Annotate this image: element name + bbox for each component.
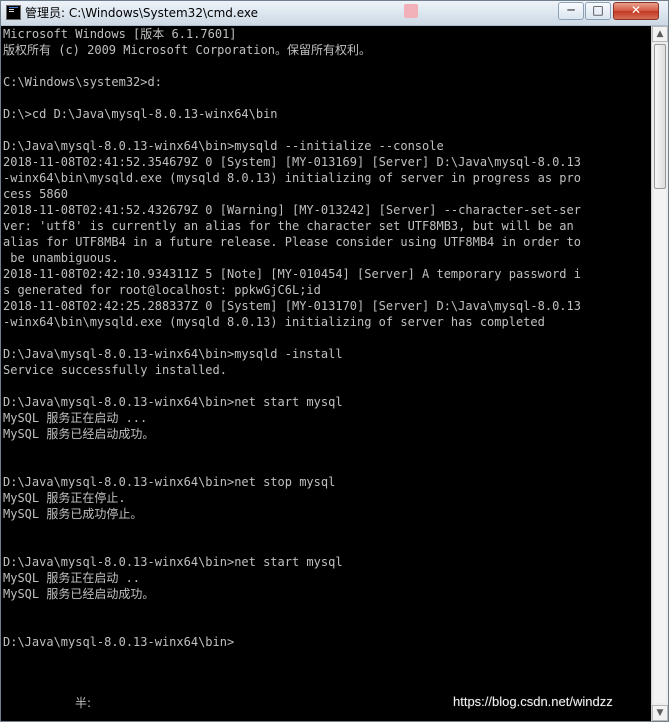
console-line: D:\Java\mysql-8.0.13-winx64\bin> bbox=[3, 635, 235, 649]
scroll-track[interactable] bbox=[654, 44, 666, 703]
title-bar[interactable]: 管理员: C:\Windows\System32\cmd.exe ─ □ ✕ bbox=[1, 1, 668, 26]
console-line: -winx64\bin\mysqld.exe (mysqld 8.0.13) i… bbox=[3, 315, 545, 329]
scroll-thumb[interactable] bbox=[654, 44, 666, 189]
console-line: MySQL 服务已成功停止。 bbox=[3, 507, 143, 521]
console-line: 版权所有 (c) 2009 Microsoft Corporation。保留所有… bbox=[3, 43, 371, 57]
console-line: MySQL 服务已经启动成功。 bbox=[3, 427, 155, 441]
scroll-down-arrow-icon[interactable]: ▼ bbox=[652, 705, 668, 721]
console-line: D:\Java\mysql-8.0.13-winx64\bin>net star… bbox=[3, 555, 343, 569]
console-line: D:\>cd D:\Java\mysql-8.0.13-winx64\bin bbox=[3, 107, 278, 121]
console-line: s generated for root@localhost: ppkwGjC6… bbox=[3, 283, 321, 297]
console-line: C:\Windows\system32>d: bbox=[3, 75, 162, 89]
console-line: ver: 'utf8' is currently an alias for th… bbox=[3, 219, 574, 233]
console-line: alias for UTF8MB4 in a future release. P… bbox=[3, 235, 581, 249]
vertical-scrollbar[interactable]: ▲ ▼ bbox=[651, 26, 668, 721]
console-line: MySQL 服务正在启动 .. bbox=[3, 571, 141, 585]
console-line: MySQL 服务正在启动 ... bbox=[3, 411, 148, 425]
cmd-icon[interactable] bbox=[6, 5, 21, 20]
minimize-button[interactable]: ─ bbox=[558, 2, 584, 20]
console-line: Microsoft Windows [版本 6.1.7601] bbox=[3, 27, 237, 41]
cmd-window: 管理员: C:\Windows\System32\cmd.exe ─ □ ✕ M… bbox=[0, 0, 669, 722]
console-line: D:\Java\mysql-8.0.13-winx64\bin>mysqld -… bbox=[3, 347, 343, 361]
console-line: MySQL 服务正在停止. bbox=[3, 491, 126, 505]
console-line: be unambiguous. bbox=[3, 251, 119, 265]
console-line: 2018-11-08T02:41:52.432679Z 0 [Warning] … bbox=[3, 203, 581, 217]
console-output[interactable]: Microsoft Windows [版本 6.1.7601] 版权所有 (c) … bbox=[1, 26, 651, 721]
console-line: Service successfully installed. bbox=[3, 363, 227, 377]
console-line: D:\Java\mysql-8.0.13-winx64\bin>net star… bbox=[3, 395, 343, 409]
maximize-button[interactable]: □ bbox=[585, 2, 611, 20]
blurred-title-area bbox=[404, 4, 418, 18]
scroll-up-arrow-icon[interactable]: ▲ bbox=[652, 26, 668, 42]
console-line: D:\Java\mysql-8.0.13-winx64\bin>mysqld -… bbox=[3, 139, 444, 153]
console-lines: Microsoft Windows [版本 6.1.7601] 版权所有 (c) … bbox=[3, 26, 648, 650]
window-title: 管理员: C:\Windows\System32\cmd.exe bbox=[25, 6, 258, 20]
console-line: -winx64\bin\mysqld.exe (mysqld 8.0.13) i… bbox=[3, 171, 581, 185]
console-line: cess 5860 bbox=[3, 187, 69, 201]
close-button[interactable]: ✕ bbox=[613, 2, 659, 20]
console-line: 2018-11-08T02:42:10.934311Z 5 [Note] [MY… bbox=[3, 267, 581, 281]
console-line: MySQL 服务已经启动成功。 bbox=[3, 587, 155, 601]
console-line: D:\Java\mysql-8.0.13-winx64\bin>net stop… bbox=[3, 475, 336, 489]
console-line: 2018-11-08T02:42:25.288337Z 0 [System] [… bbox=[3, 299, 581, 313]
console-line: 2018-11-08T02:41:52.354679Z 0 [System] [… bbox=[3, 155, 581, 169]
